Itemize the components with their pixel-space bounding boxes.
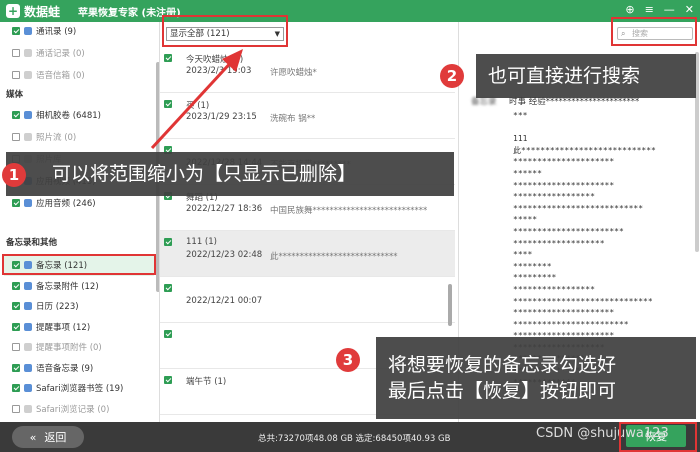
- checkbox[interactable]: [12, 111, 20, 119]
- row-preview: 许愿吹蜡烛*: [270, 68, 317, 78]
- category-icon: [24, 49, 32, 57]
- sidebar-item-label: Safari浏览记录 (0): [36, 404, 110, 415]
- sidebar-item[interactable]: 备忘录附件 (12): [12, 279, 99, 293]
- row-checkbox[interactable]: [164, 284, 172, 292]
- highlight-memo-category: [2, 254, 156, 275]
- frog-logo-icon: +: [6, 4, 20, 18]
- category-icon: [24, 302, 32, 310]
- row-date: 2022/12/23 02:48: [186, 250, 263, 260]
- category-icon: [24, 281, 32, 290]
- app-name: 数据蛙: [24, 4, 61, 19]
- sidebar-item-label: 通讯录 (9): [36, 27, 77, 37]
- row-date: 2022/12/21 00:07: [186, 296, 263, 306]
- row-checkbox[interactable]: [164, 376, 172, 384]
- row-checkbox[interactable]: [164, 238, 172, 246]
- sidebar-item-label: 提醒事项附件 (0): [36, 343, 102, 353]
- callout-3-number: 3: [336, 348, 360, 372]
- category-icon: [24, 27, 32, 35]
- checkbox[interactable]: [12, 49, 20, 57]
- sidebar-item-label: Safari浏览器书签 (19): [36, 384, 124, 394]
- category-icon: [24, 363, 32, 372]
- row-title: 111 (1): [186, 237, 217, 247]
- section-memo-other: 备忘录和其他: [6, 238, 58, 248]
- sidebar-item[interactable]: 相机胶卷 (6481): [12, 108, 101, 122]
- sidebar-item[interactable]: 照片流 (0): [12, 130, 76, 144]
- checkbox[interactable]: [12, 199, 20, 207]
- sidebar-item[interactable]: 提醒事项附件 (0): [12, 340, 102, 354]
- callout-3-line2: 最后点击【恢复】按钮即可: [388, 380, 617, 402]
- callout-3: 将想要恢复的备忘录勾选好 最后点击【恢复】按钮即可: [376, 337, 696, 419]
- back-arrow-icon: «: [29, 430, 37, 444]
- app-logo: + 数据蛙: [6, 3, 60, 20]
- callout-1-number: 1: [2, 163, 26, 187]
- row-checkbox[interactable]: [164, 330, 172, 338]
- highlight-recover: [619, 422, 697, 452]
- title-bar: + 数据蛙 苹果恢复专家 (未注册) ⊕ ≡ — ✕: [0, 0, 700, 22]
- list-scrollbar[interactable]: [448, 284, 452, 326]
- category-icon: [24, 111, 32, 119]
- callout-2-text: 也可直接进行搜索: [488, 65, 641, 87]
- category-icon: [24, 199, 32, 207]
- checkbox[interactable]: [12, 133, 20, 141]
- bottom-bar: « 返回 总共:73270项48.08 GB 选定:68450项40.93 GB…: [0, 422, 700, 452]
- sidebar-item[interactable]: 通话记录 (0): [12, 46, 85, 60]
- checkbox[interactable]: [12, 281, 20, 290]
- category-icon: [24, 404, 32, 413]
- row-preview: 洗碗布 锅**: [270, 114, 316, 124]
- row-title: 端午节 (1): [186, 377, 227, 387]
- sidebar-item-label: 日历 (223): [36, 302, 79, 312]
- sidebar-item[interactable]: 语音信箱 (0): [12, 68, 85, 82]
- sidebar-item-label: 提醒事项 (12): [36, 322, 91, 333]
- row-preview: 中国民族舞***************************: [270, 206, 428, 216]
- checkbox[interactable]: [12, 384, 20, 392]
- arrow-to-filter-icon: [150, 49, 243, 150]
- checkbox[interactable]: [12, 71, 20, 79]
- checkbox[interactable]: [12, 322, 20, 331]
- callout-2: 也可直接进行搜索: [476, 54, 696, 98]
- row-date: 2022/12/27 18:36: [186, 204, 263, 214]
- category-icon: [24, 384, 32, 392]
- callout-1-text: 可以将范围缩小为【只显示已删除】: [52, 163, 357, 185]
- sidebar-item[interactable]: 提醒事项 (12): [12, 320, 90, 334]
- checkbox[interactable]: [12, 404, 20, 413]
- minimize-icon[interactable]: —: [664, 3, 675, 16]
- menu-icon[interactable]: ≡: [645, 3, 654, 16]
- category-icon: [24, 343, 32, 351]
- list-item[interactable]: 2022/12/21 00:07: [160, 277, 455, 323]
- sidebar-item[interactable]: Safari浏览记录 (0): [12, 402, 109, 416]
- category-icon: [24, 71, 32, 79]
- back-button[interactable]: « 返回: [12, 426, 84, 448]
- sidebar-item-label: 备忘录附件 (12): [36, 281, 99, 292]
- sidebar-item[interactable]: Safari浏览器书签 (19): [12, 381, 123, 395]
- checkbox[interactable]: [12, 343, 20, 351]
- sidebar-item-label: 应用音频 (246): [36, 199, 96, 209]
- selection-summary: 总共:73270项48.08 GB 选定:68450项40.93 GB: [258, 434, 451, 444]
- checkbox[interactable]: [12, 302, 20, 310]
- sidebar-item[interactable]: 语音备忘录 (9): [12, 361, 93, 375]
- sidebar-item-label: 语音信箱 (0): [36, 71, 85, 81]
- callout-3-line1: 将想要恢复的备忘录勾选好: [388, 354, 617, 376]
- category-icon: [24, 322, 32, 331]
- category-sidebar: 通讯录 (9) 通话记录 (0) 语音信箱 (0) 媒体 相机胶卷 (6481) 照片…: [0, 22, 160, 422]
- section-media: 媒体: [6, 90, 24, 100]
- list-item[interactable]: 111 (1) 2022/12/23 02:48 此****************…: [160, 231, 455, 277]
- sidebar-item[interactable]: 通讯录 (9): [12, 24, 76, 38]
- callout-2-number: 2: [440, 64, 464, 88]
- callout-1: 可以将范围缩小为【只显示已删除】: [6, 152, 454, 196]
- sidebar-item-label: 通话记录 (0): [36, 49, 85, 59]
- row-preview: 此****************************: [270, 252, 398, 262]
- checkbox[interactable]: [12, 27, 20, 35]
- close-icon[interactable]: ✕: [685, 3, 694, 16]
- sidebar-item-label: 语音备忘录 (9): [36, 363, 94, 374]
- cart-icon[interactable]: ⊕: [625, 3, 634, 16]
- sidebar-item[interactable]: 应用音频 (246): [12, 196, 96, 210]
- back-label: 返回: [44, 431, 67, 444]
- highlight-search: [611, 17, 697, 46]
- category-icon: [24, 133, 32, 141]
- sidebar-item-label: 相机胶卷 (6481): [36, 111, 101, 121]
- sidebar-item-label: 照片流 (0): [36, 133, 77, 143]
- sidebar-item[interactable]: 日历 (223): [12, 299, 79, 313]
- checkbox[interactable]: [12, 363, 20, 372]
